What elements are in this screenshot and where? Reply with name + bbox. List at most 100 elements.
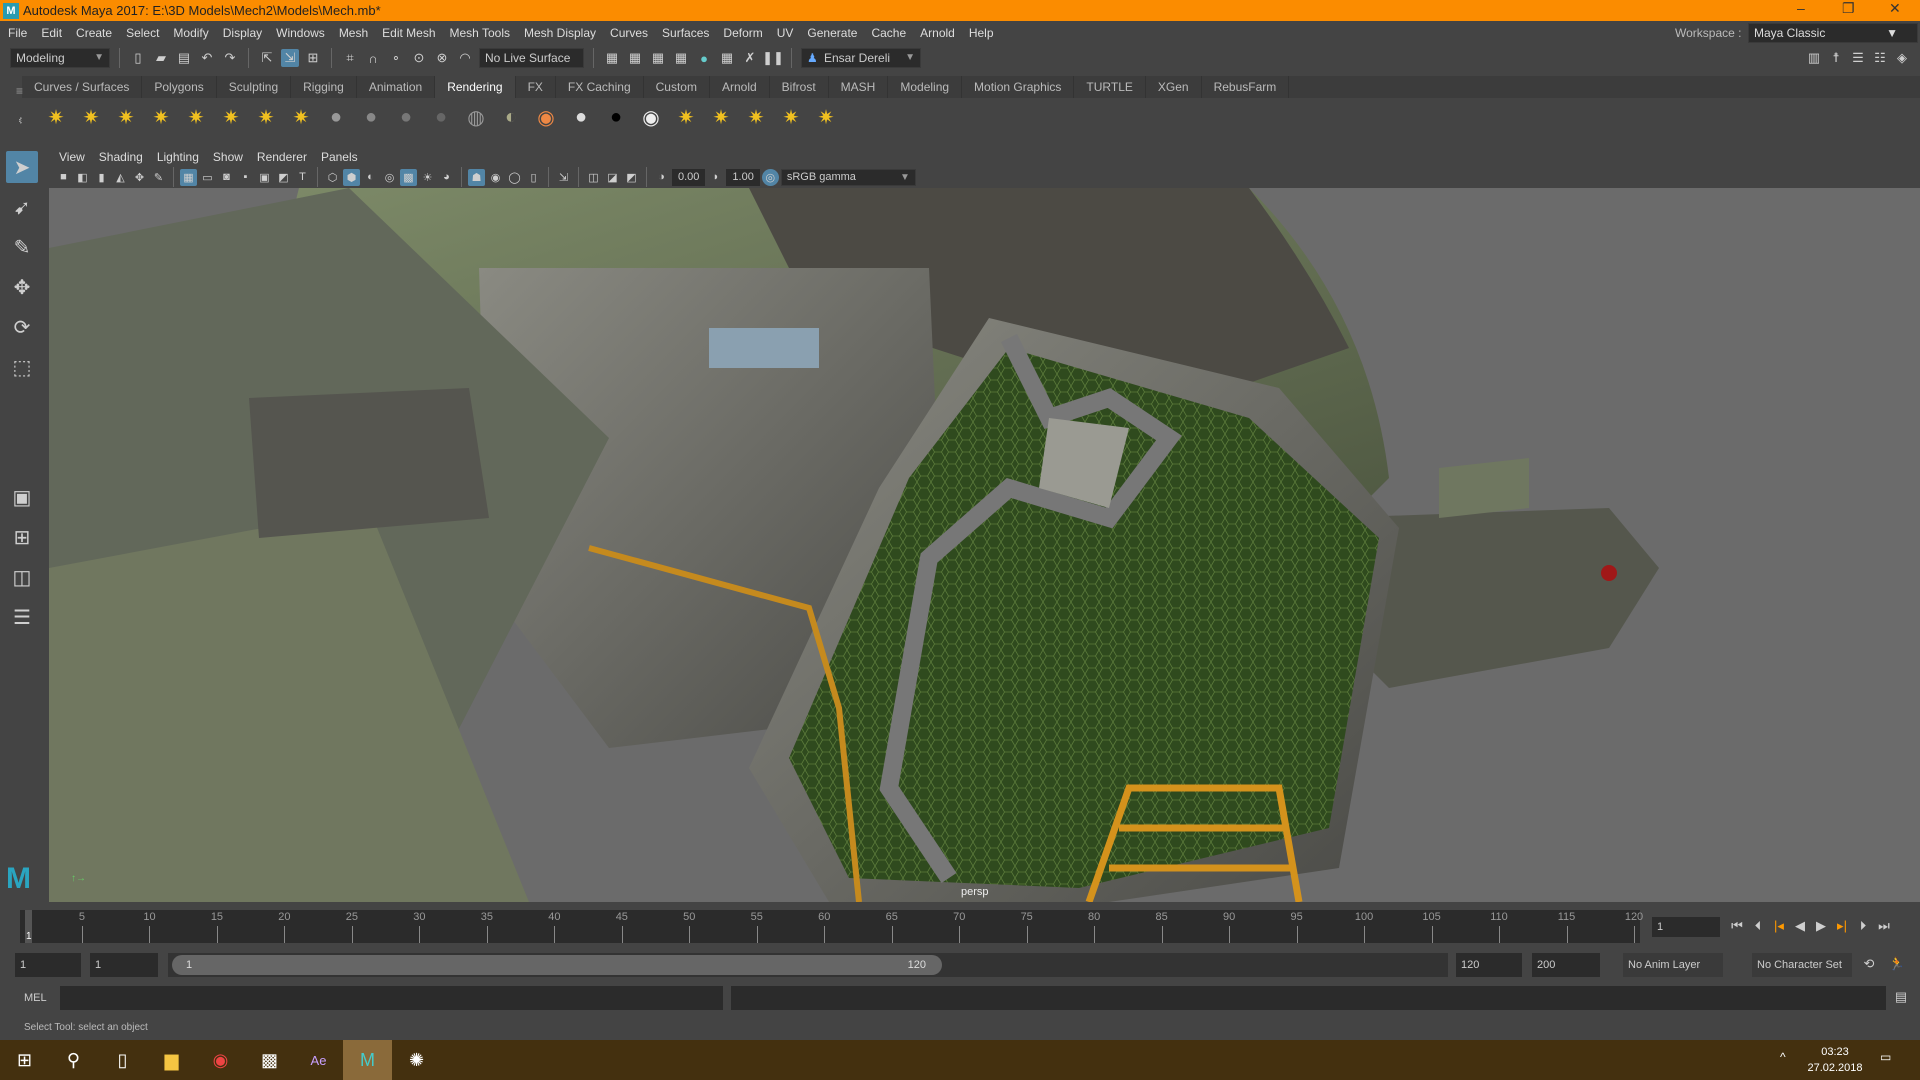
lambert-icon[interactable]: ● <box>357 103 385 131</box>
shadows-icon[interactable]: ◕ <box>438 169 455 186</box>
grease-pencil-icon[interactable]: ✎ <box>150 169 167 186</box>
backface-icon[interactable]: ◩ <box>623 169 640 186</box>
shelf-tab-animation[interactable]: Animation <box>357 76 436 98</box>
clock[interactable]: 03:23 27.02.2018 <box>1800 1044 1870 1076</box>
menu-display[interactable]: Display <box>223 26 262 40</box>
smooth-shade-icon[interactable]: ⬢ <box>343 168 360 186</box>
chrome-icon[interactable]: ◉ <box>196 1040 245 1080</box>
step-back-key-icon[interactable]: ⏴ <box>1749 917 1767 935</box>
snap-grid-icon[interactable]: ⌗ <box>341 49 359 67</box>
workspace-dropdown[interactable]: Maya Classic ▼ <box>1748 23 1918 43</box>
area-light-icon[interactable]: ✷ <box>182 103 210 131</box>
volume-light-icon[interactable]: ✷ <box>217 103 245 131</box>
shelf-tab-rebusfarm[interactable]: RebusFarm <box>1202 76 1290 98</box>
render-history-icon[interactable]: ▦ <box>603 49 621 67</box>
layered-shader-icon[interactable]: ◐ <box>497 103 525 131</box>
image-plane-icon[interactable]: ◭ <box>112 169 129 186</box>
gamma-icon[interactable]: ◗ <box>707 169 724 186</box>
shelf-tab-bifrost[interactable]: Bifrost <box>770 76 829 98</box>
spot-light-icon[interactable]: ✷ <box>147 103 175 131</box>
anti-aliasing-icon[interactable]: ◯ <box>506 169 523 186</box>
search-icon[interactable]: ⚲ <box>49 1040 98 1080</box>
camera-attributes-icon[interactable]: ◧ <box>74 169 91 186</box>
channel-box-icon[interactable]: ◈ <box>1893 49 1911 67</box>
playback-end-field[interactable]: 120 <box>1456 953 1522 977</box>
scale-tool-icon[interactable]: ⬚ <box>6 351 38 383</box>
shelf-tab-custom[interactable]: Custom <box>644 76 710 98</box>
outliner-layout-icon[interactable]: ☰ <box>6 601 38 633</box>
2d-pan-zoom-icon[interactable]: ✥ <box>131 169 148 186</box>
open-scene-icon[interactable]: ▰ <box>152 49 170 67</box>
step-forward-frame-icon[interactable]: ▸| <box>1833 917 1851 935</box>
snap-curve-icon[interactable]: ∩ <box>364 49 382 67</box>
shelf-tab-polygons[interactable]: Polygons <box>142 76 217 98</box>
ambient-light-icon[interactable]: ✷ <box>42 103 70 131</box>
action-center-icon[interactable]: ▭ <box>1880 1050 1891 1064</box>
restore-button[interactable]: ❐ <box>1842 0 1855 17</box>
use-all-lights-icon[interactable]: ☀ <box>419 169 436 186</box>
render-view-icon[interactable]: ✷ <box>812 103 840 131</box>
new-scene-icon[interactable]: ▯ <box>129 49 147 67</box>
menu-set-dropdown[interactable]: Modeling ▼ <box>10 48 110 68</box>
minimize-button[interactable]: – <box>1797 0 1805 16</box>
range-slider-track[interactable]: 1 120 <box>168 953 1448 977</box>
script-editor-icon[interactable]: ▤ <box>1892 988 1910 1006</box>
image-viewer-icon[interactable]: ▩ <box>245 1040 294 1080</box>
ipr-render-icon[interactable]: ▦ <box>649 49 667 67</box>
file-explorer-icon[interactable]: ▆ <box>147 1040 196 1080</box>
shelf-tab-fx-caching[interactable]: FX Caching <box>556 76 644 98</box>
step-back-frame-icon[interactable]: |◂ <box>1770 917 1788 935</box>
two-view-layout-icon[interactable]: ◫ <box>6 561 38 593</box>
character-set-dropdown[interactable]: No Character Set <box>1752 953 1852 977</box>
menu-cache[interactable]: Cache <box>871 26 906 40</box>
field-chart-icon[interactable]: ▣ <box>256 169 273 186</box>
resolution-gate-icon[interactable]: ◙ <box>218 169 235 186</box>
phong-icon[interactable]: ● <box>392 103 420 131</box>
step-forward-key-icon[interactable]: ⏵ <box>1854 917 1872 935</box>
menu-generate[interactable]: Generate <box>807 26 857 40</box>
undo-icon[interactable]: ↶ <box>198 49 216 67</box>
shelf-tab-turtle[interactable]: TURTLE <box>1074 76 1146 98</box>
shelf-tab-fx[interactable]: FX <box>516 76 556 98</box>
wireframe-on-shaded-icon[interactable]: ◐ <box>362 169 379 186</box>
single-perspective-layout-icon[interactable]: ▣ <box>6 481 38 513</box>
render-sequence-icon[interactable]: ✗ <box>741 49 759 67</box>
render-icon[interactable]: ✷ <box>707 103 735 131</box>
snap-view-plane-icon[interactable]: ⊙ <box>410 49 428 67</box>
shelf-tab-xgen[interactable]: XGen <box>1146 76 1202 98</box>
go-to-start-icon[interactable]: ⏮ <box>1728 917 1746 935</box>
menu-select[interactable]: Select <box>126 26 159 40</box>
menu-help[interactable]: Help <box>969 26 994 40</box>
animation-start-field[interactable]: 1 <box>15 953 81 977</box>
menu-edit-mesh[interactable]: Edit Mesh <box>382 26 435 40</box>
snap-surface-icon[interactable]: ◠ <box>456 49 474 67</box>
mel-input[interactable] <box>60 986 723 1010</box>
wireframe-icon[interactable]: ⬡ <box>324 169 341 186</box>
shelf-tab-motion-graphics[interactable]: Motion Graphics <box>962 76 1075 98</box>
depth-of-field-icon[interactable]: ▯ <box>525 169 542 186</box>
paint-select-tool-icon[interactable]: ✎ <box>6 231 38 263</box>
render-settings-icon[interactable]: ▦ <box>672 49 690 67</box>
menu-windows[interactable]: Windows <box>276 26 325 40</box>
point-light-icon[interactable]: ✷ <box>112 103 140 131</box>
modeling-toolkit-icon[interactable]: ▥ <box>1805 49 1823 67</box>
black-sphere-icon[interactable]: ● <box>602 103 630 131</box>
play-forwards-icon[interactable]: ▶ <box>1812 917 1830 935</box>
redo-icon[interactable]: ↷ <box>221 49 239 67</box>
hypershade-icon[interactable]: ● <box>695 49 713 67</box>
save-scene-icon[interactable]: ▤ <box>175 49 193 67</box>
menu-uv[interactable]: UV <box>777 26 794 40</box>
time-slider[interactable]: 5 10 15 20 25 30 35 40 45 50 55 60 65 70 75 80 85 90 95 100… <box>0 905 1920 947</box>
ipr-icon[interactable]: ✷ <box>742 103 770 131</box>
xray-active-icon[interactable]: ◪ <box>604 169 621 186</box>
ramp-shader-icon[interactable]: ◉ <box>532 103 560 131</box>
viewport-menu-lighting[interactable]: Lighting <box>157 150 199 164</box>
pause-icon[interactable]: ❚❚ <box>762 49 784 67</box>
directional-light-icon[interactable]: ✷ <box>77 103 105 131</box>
xray-joints-icon[interactable]: ◫ <box>585 169 602 186</box>
menu-edit[interactable]: Edit <box>41 26 62 40</box>
viewport-menu-panels[interactable]: Panels <box>321 150 358 164</box>
motion-blur-icon[interactable]: ◉ <box>487 169 504 186</box>
task-view-icon[interactable]: ▯ <box>98 1040 147 1080</box>
hypershade-icon[interactable]: ✷ <box>672 103 700 131</box>
